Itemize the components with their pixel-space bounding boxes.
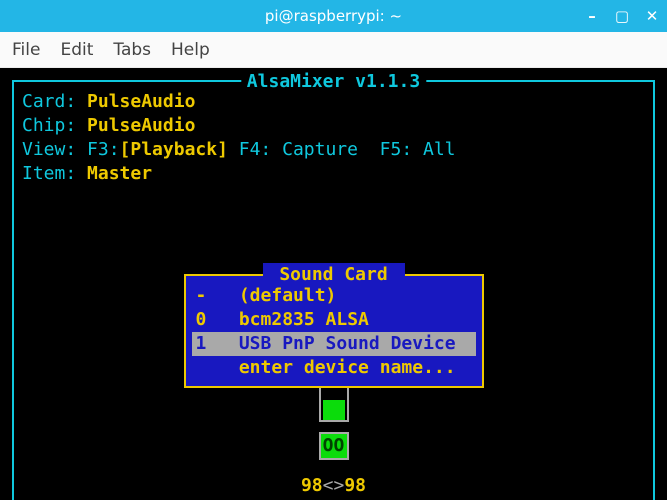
dialog-option[interactable]: enter device name... [192, 356, 476, 380]
menu-file[interactable]: File [12, 40, 40, 60]
maximize-icon[interactable]: ▢ [613, 7, 631, 25]
dialog-title: Sound Card [262, 263, 404, 287]
menu-edit[interactable]: Edit [60, 40, 93, 60]
item-value: Master [87, 163, 152, 184]
level-sep: <> [323, 475, 345, 496]
view-f3: F3: [87, 139, 120, 160]
close-icon[interactable]: ✕ [643, 7, 661, 25]
view-playback: [Playback] [120, 139, 228, 160]
card-label: Card: [22, 91, 87, 112]
chip-label: Chip: [22, 115, 87, 136]
item-label: Item: [22, 163, 87, 184]
menu-help[interactable]: Help [171, 40, 210, 60]
menu-tabs[interactable]: Tabs [113, 40, 151, 60]
view-label: View: [22, 139, 87, 160]
item-row: Item: Master [22, 162, 456, 186]
info-block: Card: PulseAudio Chip: PulseAudio View: … [22, 90, 456, 186]
card-value: PulseAudio [87, 91, 195, 112]
window-titlebar: pi@raspberrypi: ~ – ▢ ✕ [0, 0, 667, 32]
dialog-options: - (default)0 bcm2835 ALSA1 USB PnP Sound… [192, 284, 476, 380]
volume-fill [323, 400, 345, 420]
chip-row: Chip: PulseAudio [22, 114, 456, 138]
view-row: View: F3:[Playback] F4: Capture F5: All [22, 138, 456, 162]
dialog-option[interactable]: 0 bcm2835 ALSA [192, 308, 476, 332]
mute-box[interactable]: OO [319, 432, 349, 460]
view-rest: F4: Capture F5: All [228, 139, 456, 160]
chip-value: PulseAudio [87, 115, 195, 136]
card-row: Card: PulseAudio [22, 90, 456, 114]
dialog-option[interactable]: 1 USB PnP Sound Device [192, 332, 476, 356]
volume-levels: 98<>98 [301, 474, 366, 498]
menubar: File Edit Tabs Help [0, 32, 667, 68]
level-right: 98 [344, 475, 366, 496]
level-left: 98 [301, 475, 323, 496]
window-controls: – ▢ ✕ [583, 7, 661, 25]
minimize-icon[interactable]: – [583, 7, 601, 25]
dialog-option[interactable]: - (default) [192, 284, 476, 308]
terminal[interactable]: AlsaMixer v1.1.3 Card: PulseAudio Chip: … [0, 68, 667, 500]
window-title: pi@raspberrypi: ~ [265, 7, 402, 25]
sound-card-dialog[interactable]: Sound Card - (default)0 bcm2835 ALSA1 US… [184, 274, 484, 388]
